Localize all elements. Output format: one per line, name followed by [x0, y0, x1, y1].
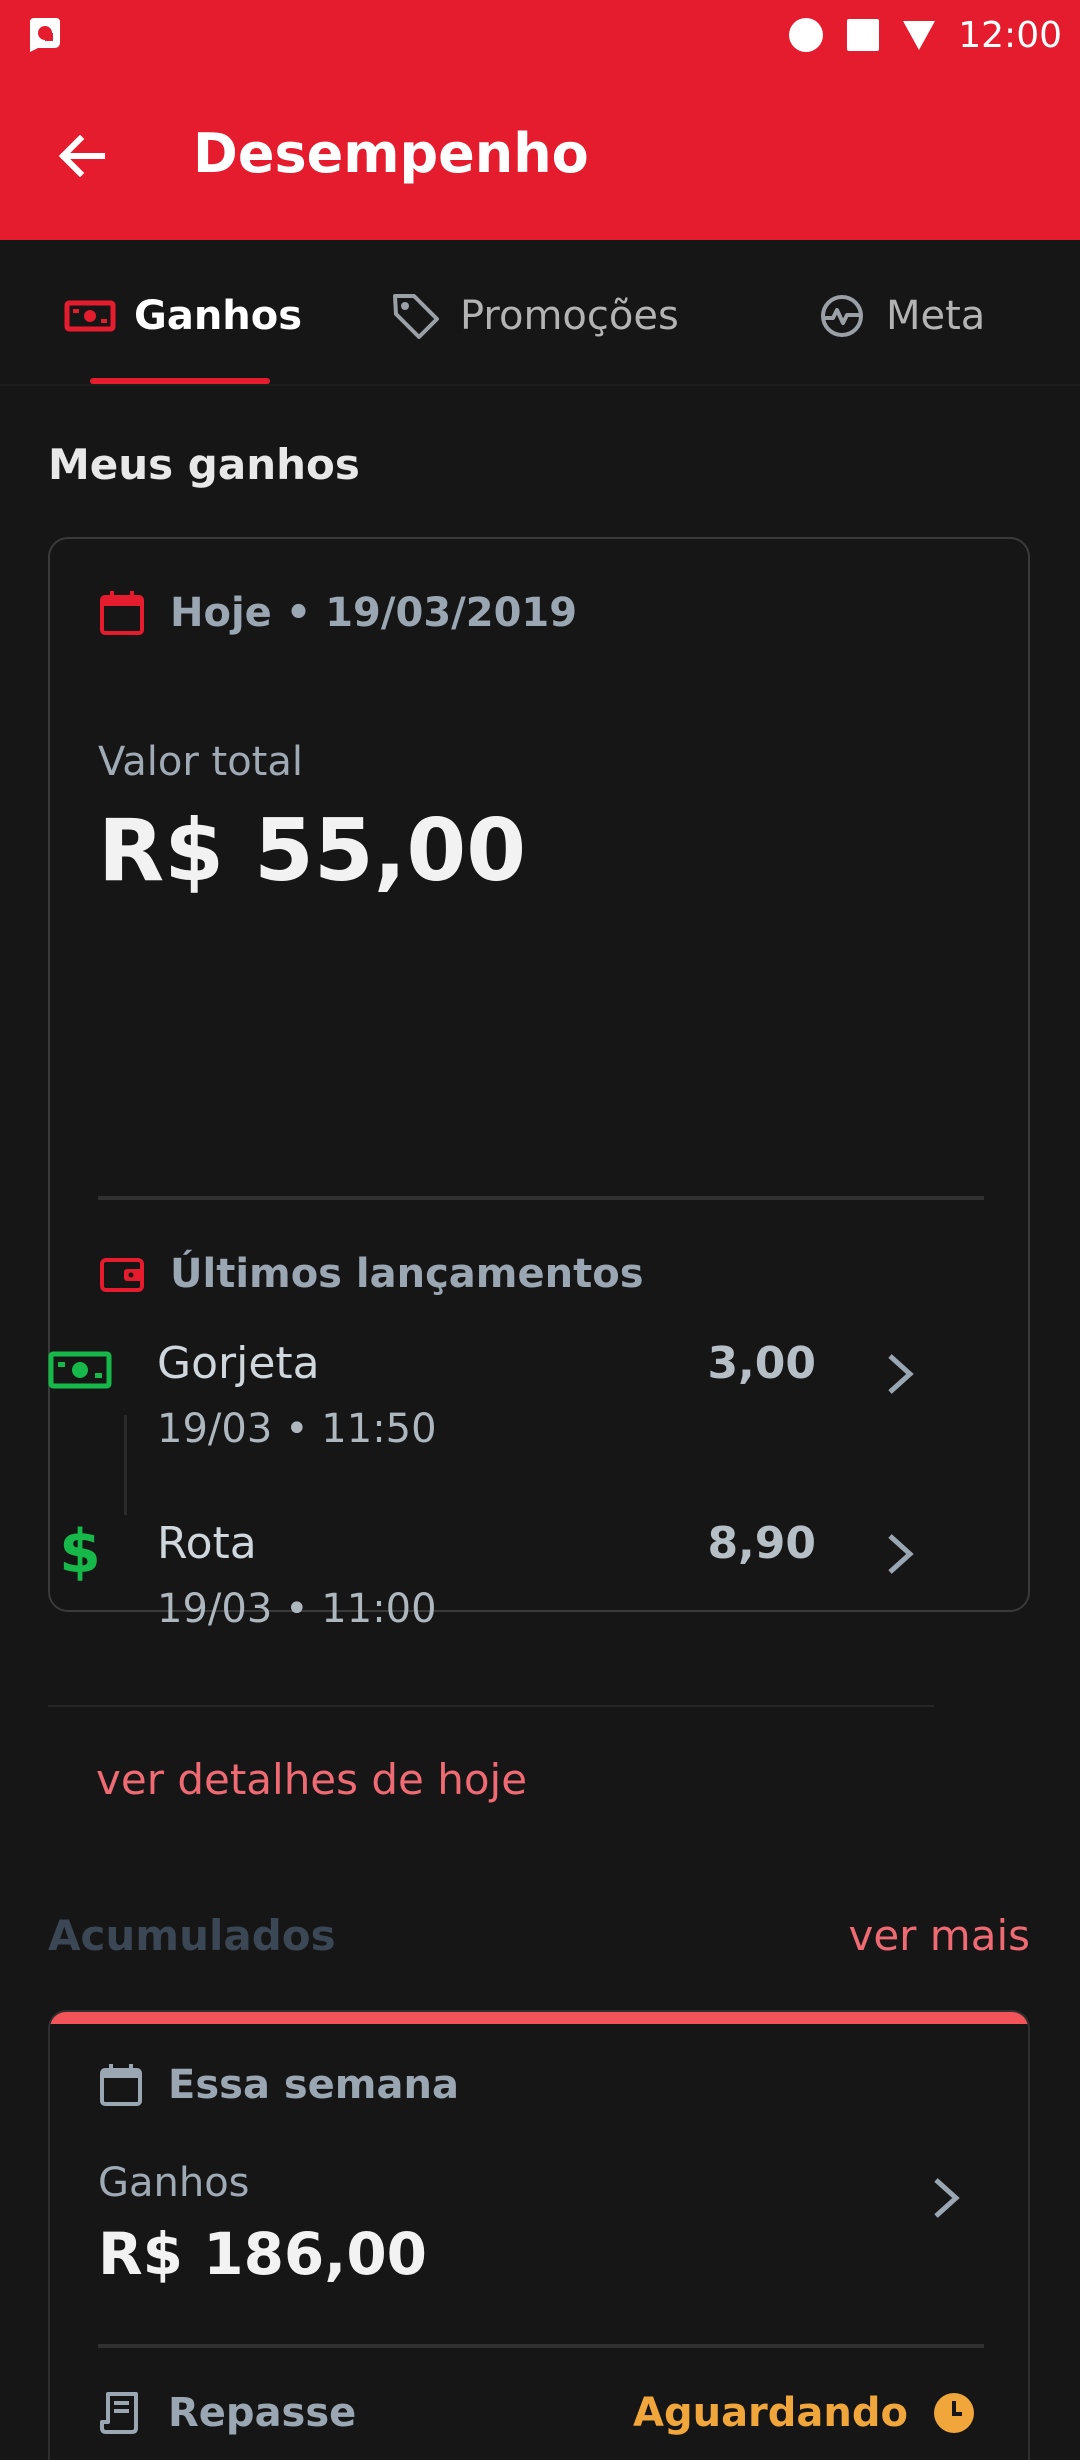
chevron-right-icon	[888, 1354, 914, 1394]
card-accent-bar	[50, 2012, 1028, 2024]
cash-icon	[48, 1351, 112, 1389]
total-label: Valor total	[98, 739, 303, 785]
status-bar: 12:00	[0, 0, 1080, 70]
tab-promocoes-label: Promoções	[460, 293, 679, 339]
calendar-icon	[100, 591, 144, 635]
stop-square-icon	[847, 19, 880, 51]
tab-bar: Ganhos Promoções Meta	[0, 240, 1080, 384]
entry-row-rota[interactable]: $ Rota 19/03 • 11:00 8,90	[0, 1518, 982, 1658]
entry-value: 8,90	[707, 1518, 816, 1569]
divider	[98, 1196, 984, 1200]
tag-icon	[393, 294, 439, 339]
money-icon	[64, 300, 116, 332]
entry-datetime: 19/03 • 11:50	[157, 1406, 437, 1452]
week-earnings-label: Ganhos	[98, 2160, 250, 2206]
week-period-label: Essa semana	[168, 2062, 459, 2108]
signal-icon	[903, 21, 936, 50]
transfer-status: Aguardando	[633, 2390, 976, 2436]
transfer-row: Repasse	[98, 2390, 356, 2436]
wallet-icon	[100, 1258, 144, 1292]
content-sheet: Ganhos Promoções Meta Meus ganhos Hoje •…	[0, 240, 1080, 2460]
page-title: Desempenho	[193, 122, 589, 185]
clock: 12:00	[958, 14, 1062, 56]
calendar-icon	[100, 2064, 142, 2106]
clock-icon	[934, 2393, 974, 2433]
tab-meta-label: Meta	[886, 293, 986, 339]
week-earnings-value: R$ 186,00	[98, 2220, 428, 2288]
notification-dot-icon	[789, 18, 824, 52]
chevron-right-icon	[888, 1534, 914, 1574]
divider	[48, 1705, 934, 1707]
app-logo-icon	[30, 18, 60, 52]
tab-meta[interactable]: Meta	[816, 286, 985, 346]
dollar-icon: $	[59, 1518, 101, 1582]
app-bar: Desempenho	[0, 70, 1080, 240]
entry-name: Gorjeta	[157, 1338, 320, 1389]
tab-ganhos[interactable]: Ganhos	[64, 286, 302, 346]
pulse-icon	[821, 295, 863, 337]
receipt-icon	[100, 2392, 138, 2434]
today-details-link[interactable]: ver detalhes de hoje	[96, 1755, 527, 1804]
entry-row-gorjeta[interactable]: Gorjeta 19/03 • 11:50 3,00	[0, 1338, 982, 1478]
accumulated-title: Acumulados	[48, 1911, 336, 1960]
chevron-right-icon[interactable]	[924, 2172, 968, 2224]
tabs-divider	[0, 384, 1080, 386]
svg-text:$: $	[59, 1518, 101, 1582]
tab-promocoes[interactable]: Promoções	[390, 286, 679, 346]
transfer-label: Repasse	[168, 2390, 357, 2436]
entry-name: Rota	[157, 1518, 257, 1569]
recent-entries-label: Últimos lançamentos	[170, 1251, 644, 1297]
section-title: Meus ganhos	[48, 440, 360, 489]
date-row: Hoje • 19/03/2019	[98, 589, 577, 637]
week-period-row: Essa semana	[98, 2062, 459, 2108]
see-more-link[interactable]: ver mais	[848, 1911, 1030, 1960]
entry-datetime: 19/03 • 11:00	[157, 1586, 437, 1632]
back-arrow-icon[interactable]	[52, 126, 112, 186]
date-label: Hoje • 19/03/2019	[170, 590, 578, 636]
total-value: R$ 55,00	[98, 801, 527, 901]
week-earnings-card: Essa semana Ganhos R$ 186,00 Repasse Agu…	[48, 2010, 1030, 2460]
divider	[98, 2344, 984, 2348]
entry-value: 3,00	[707, 1338, 816, 1389]
recent-entries-header: Últimos lançamentos	[98, 1250, 644, 1298]
tab-ganhos-label: Ganhos	[134, 293, 303, 339]
transfer-status-label: Aguardando	[633, 2390, 908, 2436]
